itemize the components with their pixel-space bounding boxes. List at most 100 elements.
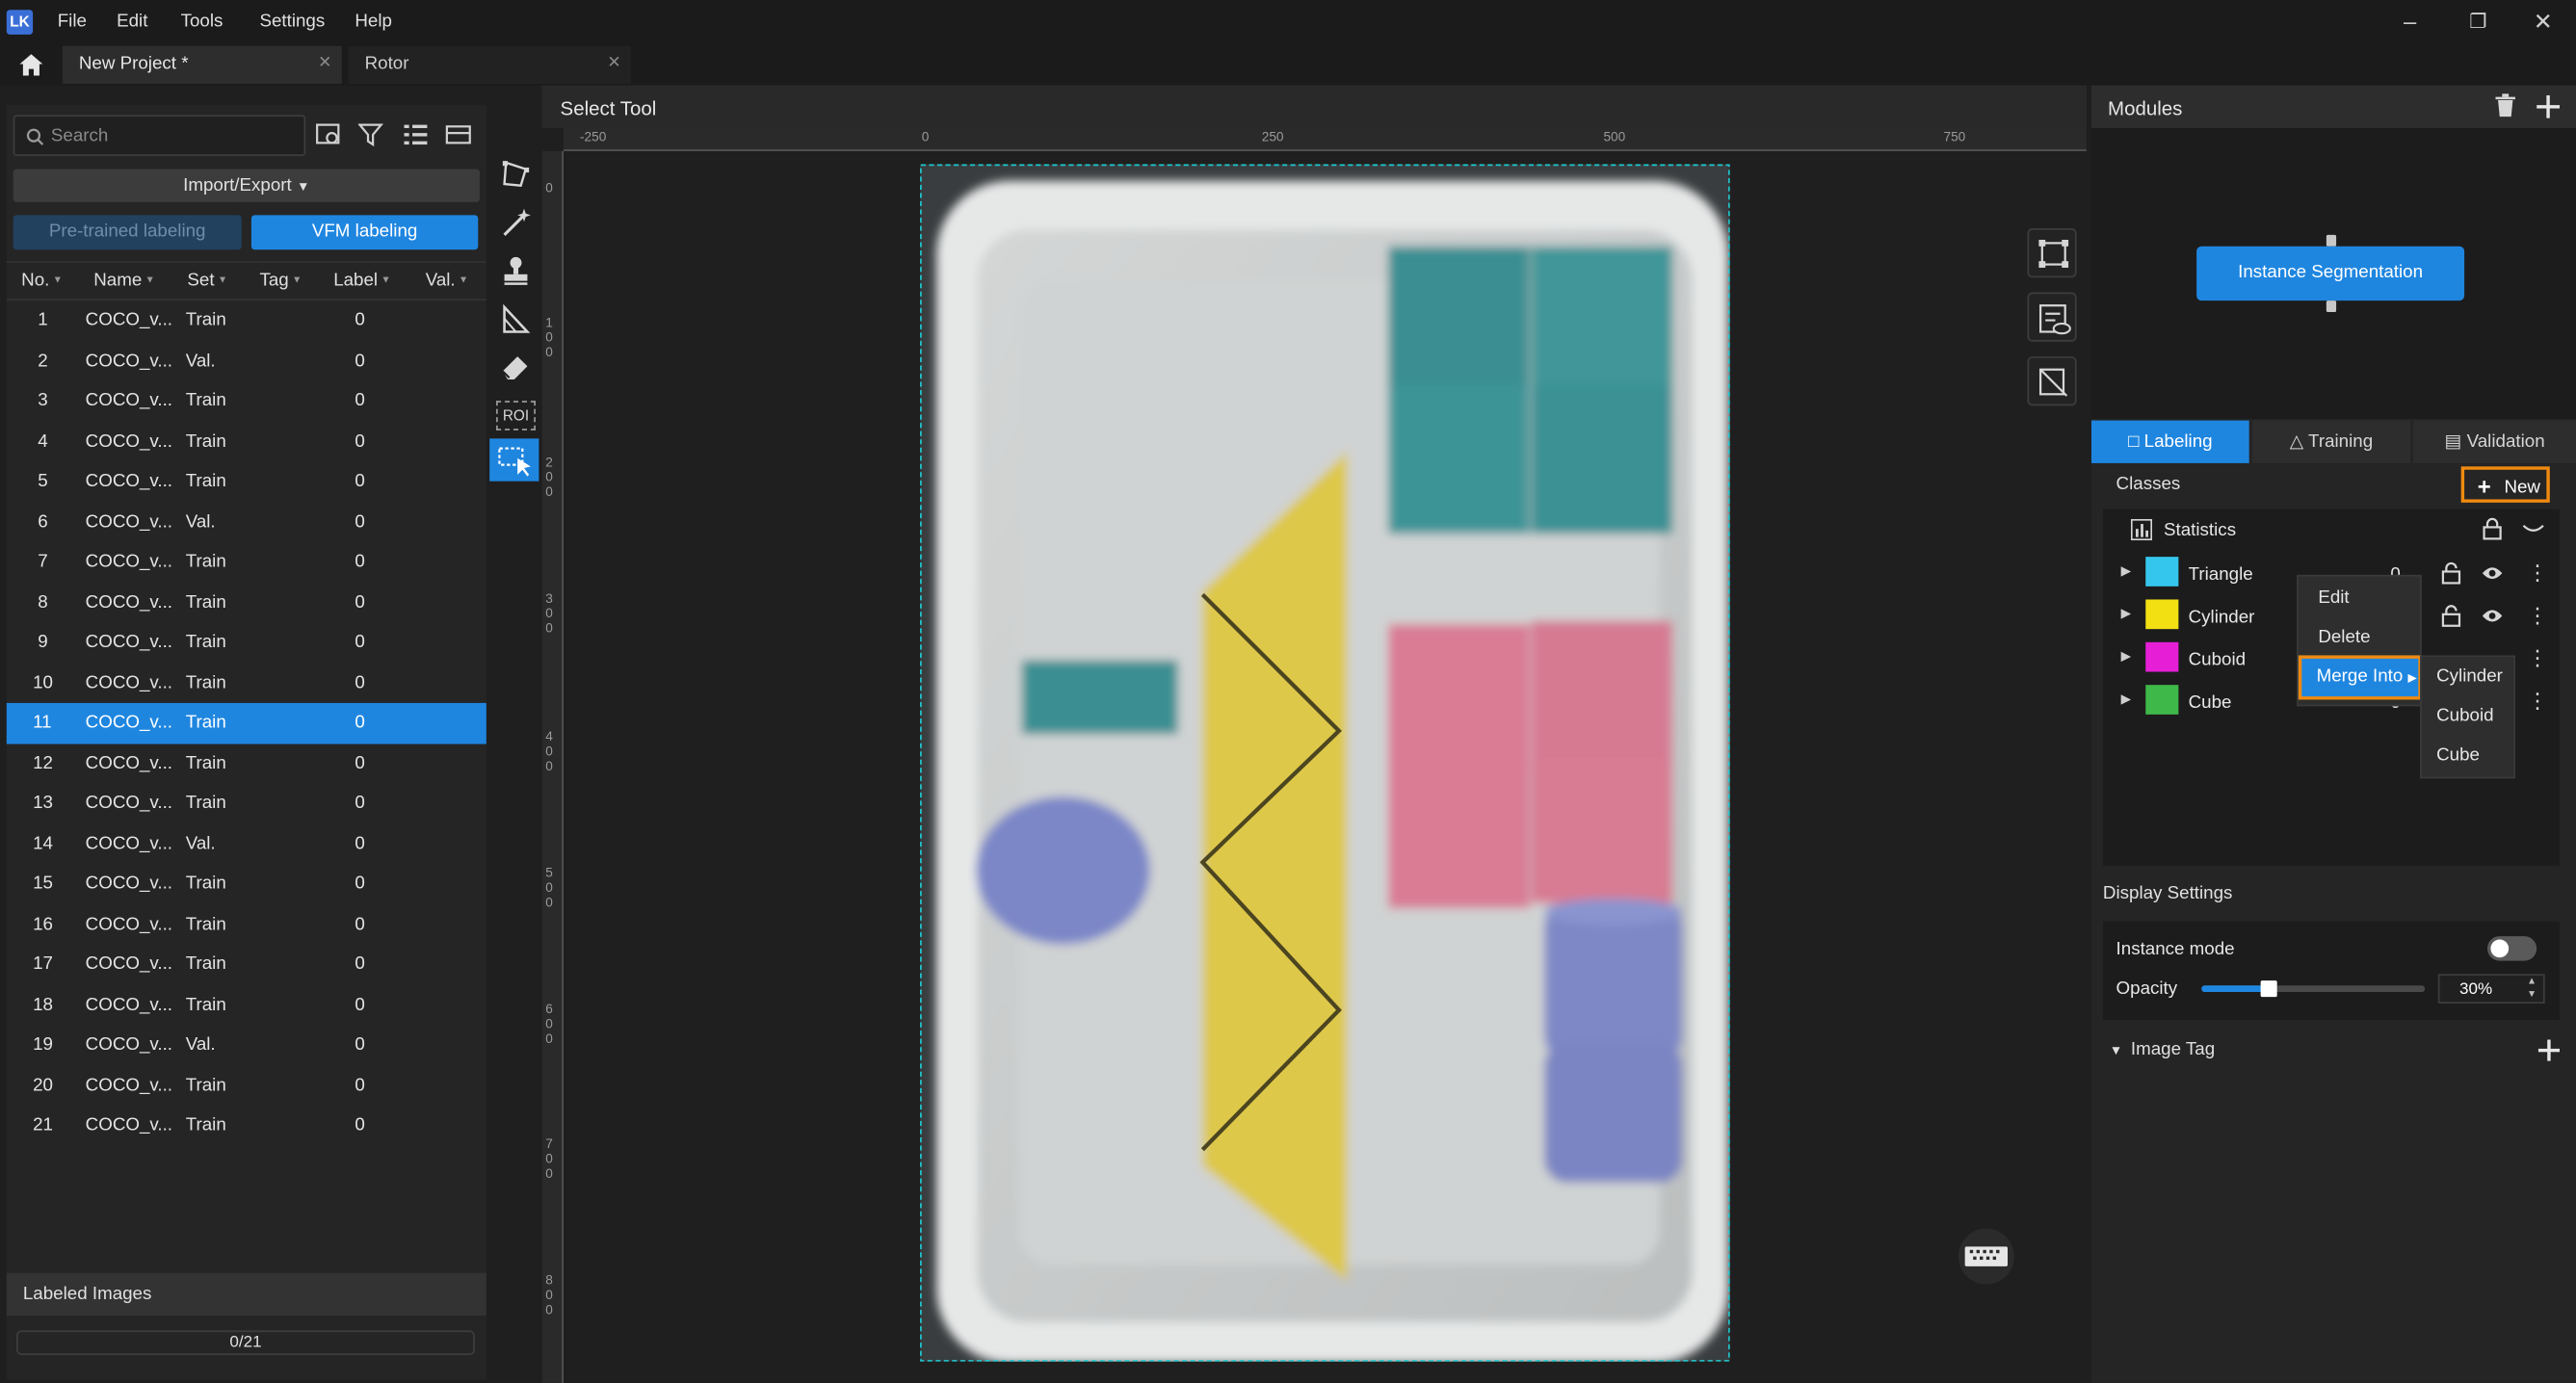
label-visibility-button[interactable] xyxy=(2027,292,2077,342)
table-row[interactable]: 10 COCO_v... Train 0 xyxy=(7,663,486,703)
tab-labeling[interactable]: □ Labeling xyxy=(2090,420,2249,463)
class-lock-icon[interactable] xyxy=(2441,561,2461,585)
menu-merge-into[interactable]: Merge Into ▶ xyxy=(2298,655,2422,700)
class-lock-icon[interactable] xyxy=(2441,605,2461,628)
merge-target-cylinder[interactable]: Cylinder xyxy=(2436,666,2503,686)
col-tag[interactable]: Tag ▼ xyxy=(259,271,302,290)
menu-edit[interactable]: Edit xyxy=(117,12,147,31)
class-color-swatch[interactable] xyxy=(2145,557,2179,587)
canvas-image[interactable] xyxy=(920,164,1730,1362)
instance-mode-toggle[interactable] xyxy=(2486,936,2537,961)
table-row[interactable]: 14 COCO_v... Val. 0 xyxy=(7,823,486,864)
table-row[interactable]: 3 COCO_v... Train 0 xyxy=(7,381,486,422)
magic-wand-icon[interactable] xyxy=(496,203,536,243)
menu-edit-class[interactable]: Edit xyxy=(2318,588,2349,608)
lock-all-icon[interactable] xyxy=(2483,517,2502,540)
merge-target-cube[interactable]: Cube xyxy=(2436,745,2480,765)
tab-rotor[interactable]: Rotor ✕ xyxy=(348,45,631,84)
spin-arrows-icon[interactable]: ▲ ▼ xyxy=(2527,976,2537,1002)
list-view-icon[interactable] xyxy=(403,121,429,147)
image-filter-icon[interactable] xyxy=(315,121,341,147)
class-visibility-icon[interactable] xyxy=(2481,608,2504,624)
expand-caret-icon[interactable]: ▶ xyxy=(2121,649,2131,664)
home-icon[interactable] xyxy=(19,54,43,76)
table-row[interactable]: 20 COCO_v... Train 0 xyxy=(7,1065,486,1106)
fit-view-button[interactable] xyxy=(2027,228,2077,278)
filter-icon[interactable] xyxy=(357,121,384,147)
class-more-icon[interactable]: ⋮ xyxy=(2527,561,2548,587)
merge-target-cuboid[interactable]: Cuboid xyxy=(2436,706,2493,725)
select-tool-button[interactable] xyxy=(489,438,539,482)
menu-file[interactable]: File xyxy=(58,12,87,31)
tab-training[interactable]: △ Training xyxy=(2252,420,2410,463)
cell-set: Train xyxy=(185,390,226,411)
menu-settings[interactable]: Settings xyxy=(259,12,325,31)
table-row[interactable]: 15 COCO_v... Train 0 xyxy=(7,864,486,904)
table-row[interactable]: 5 COCO_v... Train 0 xyxy=(7,461,486,502)
tab-close-icon[interactable]: ✕ xyxy=(607,54,620,72)
class-color-swatch[interactable] xyxy=(2145,641,2179,672)
trash-icon[interactable] xyxy=(2494,93,2517,118)
expand-caret-icon[interactable]: ▶ xyxy=(2121,692,2131,706)
menu-help[interactable]: Help xyxy=(355,12,392,31)
col-name[interactable]: Name ▼ xyxy=(93,271,155,290)
table-row[interactable]: 9 COCO_v... Train 0 xyxy=(7,622,486,663)
table-row[interactable]: 12 COCO_v... Train 0 xyxy=(7,744,486,784)
roi-tool-button[interactable]: ROI xyxy=(496,401,536,431)
tab-close-icon[interactable]: ✕ xyxy=(318,54,331,72)
table-row[interactable]: 2 COCO_v... Val. 0 xyxy=(7,341,486,381)
vfm-labeling-button[interactable]: VFM labeling xyxy=(250,215,479,250)
table-row[interactable]: 4 COCO_v... Train 0 xyxy=(7,421,486,461)
import-export-button[interactable]: Import/Export ▼ xyxy=(13,169,480,202)
table-row[interactable]: 18 COCO_v... Train 0 xyxy=(7,984,486,1025)
table-row[interactable]: 1 COCO_v... Train 0 xyxy=(7,300,486,341)
menu-tools[interactable]: Tools xyxy=(181,12,223,31)
table-row[interactable]: 21 COCO_v... Train 0 xyxy=(7,1106,486,1146)
stamp-tool-icon[interactable] xyxy=(496,251,536,291)
table-row[interactable]: 13 COCO_v... Train 0 xyxy=(7,783,486,823)
class-color-swatch[interactable] xyxy=(2145,685,2179,715)
table-row[interactable]: 11 COCO_v... Train 0 xyxy=(6,702,486,744)
close-window-icon[interactable]: ✕ xyxy=(2534,9,2553,37)
class-visibility-icon[interactable] xyxy=(2481,565,2504,582)
cell-name: COCO_v... xyxy=(85,591,173,613)
minimize-icon[interactable]: – xyxy=(2404,9,2416,35)
cell-name: COCO_v... xyxy=(85,632,173,653)
tab-validation[interactable]: ▤ Validation xyxy=(2413,420,2576,463)
table-row[interactable]: 17 COCO_v... Train 0 xyxy=(7,945,486,985)
search-input[interactable]: Search xyxy=(13,115,306,157)
keyboard-shortcuts-button[interactable] xyxy=(1958,1228,2014,1285)
opacity-spinbox[interactable]: 30% ▲ ▼ xyxy=(2437,974,2545,1004)
menu-delete-class[interactable]: Delete xyxy=(2318,627,2370,646)
expand-caret-icon[interactable]: ▶ xyxy=(2121,606,2131,620)
tab-new-project[interactable]: New Project * ✕ xyxy=(62,45,342,84)
table-row[interactable]: 16 COCO_v... Train 0 xyxy=(7,904,486,945)
class-color-swatch[interactable] xyxy=(2145,599,2179,630)
class-more-icon[interactable]: ⋮ xyxy=(2527,689,2548,715)
pretrained-labeling-button[interactable]: Pre-trained labeling xyxy=(13,215,242,250)
gallery-view-icon[interactable] xyxy=(445,121,471,147)
add-tag-icon[interactable] xyxy=(2537,1039,2561,1061)
col-no[interactable]: No. ▼ xyxy=(21,271,63,290)
restore-icon[interactable]: ❐ xyxy=(2469,10,2486,33)
add-module-icon[interactable] xyxy=(2537,94,2561,118)
col-label[interactable]: Label ▼ xyxy=(333,271,390,290)
image-tag-header[interactable]: ▼ Image Tag xyxy=(2110,1040,2215,1059)
expand-caret-icon[interactable]: ▶ xyxy=(2121,563,2131,578)
class-more-icon[interactable]: ⋮ xyxy=(2527,603,2548,629)
mask-visibility-button[interactable] xyxy=(2027,356,2077,406)
eraser-icon[interactable] xyxy=(496,347,536,386)
table-row[interactable]: 19 COCO_v... Val. 0 xyxy=(7,1025,486,1065)
class-more-icon[interactable]: ⋮ xyxy=(2527,645,2548,671)
col-val[interactable]: Val. ▼ xyxy=(426,271,469,290)
col-set[interactable]: Set ▼ xyxy=(187,271,227,290)
polygon-tool-icon[interactable] xyxy=(496,156,536,196)
table-row[interactable]: 8 COCO_v... Train 0 xyxy=(7,583,486,623)
opacity-slider-thumb[interactable] xyxy=(2260,980,2277,998)
new-class-button[interactable]: + New xyxy=(2460,466,2550,503)
pixel-polygon-icon[interactable] xyxy=(496,300,536,340)
instance-segmentation-module[interactable]: Instance Segmentation xyxy=(2196,246,2465,301)
table-row[interactable]: 7 COCO_v... Train 0 xyxy=(7,542,486,583)
hide-all-icon[interactable] xyxy=(2522,522,2545,535)
table-row[interactable]: 6 COCO_v... Val. 0 xyxy=(7,502,486,542)
